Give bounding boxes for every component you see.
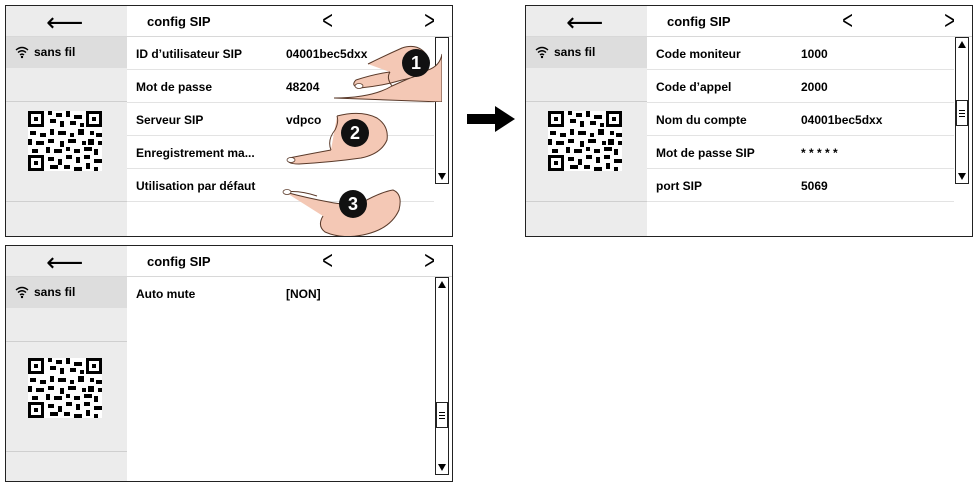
wifi-icon: [535, 46, 549, 59]
sidebar-item-wifi[interactable]: sans fil: [6, 37, 127, 68]
header: config SIP < >: [127, 246, 452, 277]
setting-label: Nom du compte: [656, 113, 747, 127]
setting-label: port SIP: [656, 179, 703, 193]
qr-code: [28, 358, 102, 418]
setting-value: 48204: [286, 80, 320, 94]
list-item[interactable]: Auto mute [NON]: [127, 277, 434, 310]
scroll-thumb[interactable]: [436, 402, 448, 428]
setting-label: Mot de passe: [136, 80, 213, 94]
callout-badge: 2: [341, 119, 369, 147]
setting-value: 04001bec5dxx: [801, 113, 883, 127]
sidebar-item-wifi[interactable]: sans fil: [6, 277, 127, 308]
header-left: ⟵: [6, 246, 127, 277]
setting-value: 5069: [801, 179, 828, 193]
setting-label: Enregistrement ma...: [136, 146, 255, 160]
header: config SIP < >: [127, 6, 452, 37]
page-title: config SIP: [667, 14, 731, 29]
setting-label: ID d’utilisateur SIP: [136, 47, 243, 61]
main-content: config SIP < > ID d’utilisateur SIP 0400…: [127, 6, 452, 236]
chevron-right-icon[interactable]: >: [944, 7, 955, 33]
page-title: config SIP: [147, 14, 211, 29]
divider: [526, 201, 647, 202]
chevron-left-icon[interactable]: <: [322, 7, 333, 33]
qr-code: [548, 111, 622, 171]
divider: [6, 101, 127, 102]
setting-label: Utilisation par défaut: [136, 179, 256, 193]
config-sip-screen-2: ⟵ sans fil config SIP < > Code moniteur …: [525, 5, 973, 237]
scroll-up-icon[interactable]: [438, 281, 446, 288]
pointing-hand-icon: [286, 112, 388, 165]
header-left: ⟵: [6, 6, 127, 37]
wifi-icon: [15, 46, 29, 59]
sidebar-item-label: sans fil: [34, 45, 76, 59]
setting-label: Mot de passe SIP: [656, 146, 755, 160]
header-left: ⟵: [526, 6, 647, 37]
arrow-left-icon[interactable]: ⟵: [46, 9, 83, 35]
scrollbar[interactable]: [955, 37, 969, 184]
callout-badge: 1: [402, 49, 430, 77]
config-sip-screen-3: ⟵ sans fil config SIP < > Auto mute [NON…: [5, 245, 453, 482]
chevron-left-icon[interactable]: <: [842, 7, 853, 33]
config-sip-screen-1: ⟵ sans fil config SIP < > ID d’utilisate…: [5, 5, 453, 237]
divider: [6, 341, 127, 342]
sidebar: ⟵ sans fil: [6, 6, 127, 236]
sidebar: ⟵ sans fil: [526, 6, 647, 236]
setting-label: Code d’appel: [656, 80, 732, 94]
setting-value: 2000: [801, 80, 828, 94]
list-item[interactable]: Mot de passe SIP * * * * *: [647, 136, 954, 169]
setting-value: 1000: [801, 47, 828, 61]
setting-label: Serveur SIP: [136, 113, 204, 127]
scroll-up-icon[interactable]: [958, 41, 966, 48]
scroll-down-icon[interactable]: [438, 464, 446, 471]
divider: [6, 201, 127, 202]
scroll-down-icon[interactable]: [958, 173, 966, 180]
main-content: config SIP < > Auto mute [NON]: [127, 246, 452, 481]
sidebar-item-wifi[interactable]: sans fil: [526, 37, 647, 68]
qr-code: [28, 111, 102, 171]
setting-label: Auto mute: [136, 287, 196, 301]
divider: [6, 451, 127, 452]
scroll-thumb[interactable]: [956, 100, 968, 126]
divider: [526, 101, 647, 102]
wifi-icon: [15, 286, 29, 299]
main-content: config SIP < > Code moniteur 1000 Code d…: [647, 6, 972, 236]
sidebar-item-label: sans fil: [554, 45, 596, 59]
arrow-right-icon: [467, 106, 515, 132]
chevron-left-icon[interactable]: <: [322, 247, 333, 273]
list-item[interactable]: Code d’appel 2000: [647, 70, 954, 103]
sidebar-item-label: sans fil: [34, 285, 76, 299]
chevron-right-icon[interactable]: >: [424, 7, 435, 33]
scroll-down-icon[interactable]: [438, 173, 446, 180]
arrow-left-icon[interactable]: ⟵: [46, 249, 83, 275]
list-item[interactable]: Code moniteur 1000: [647, 37, 954, 70]
setting-value: [NON]: [286, 287, 321, 301]
scrollbar[interactable]: [435, 277, 449, 475]
list-item[interactable]: port SIP 5069: [647, 169, 954, 202]
arrow-left-icon[interactable]: ⟵: [566, 9, 603, 35]
sidebar: ⟵ sans fil: [6, 246, 127, 481]
setting-label: Code moniteur: [656, 47, 741, 61]
callout-badge: 3: [339, 190, 367, 218]
list-item[interactable]: Nom du compte 04001bec5dxx: [647, 103, 954, 136]
chevron-right-icon[interactable]: >: [424, 247, 435, 273]
page-title: config SIP: [147, 254, 211, 269]
header: config SIP < >: [647, 6, 972, 37]
setting-value: * * * * *: [801, 146, 838, 160]
